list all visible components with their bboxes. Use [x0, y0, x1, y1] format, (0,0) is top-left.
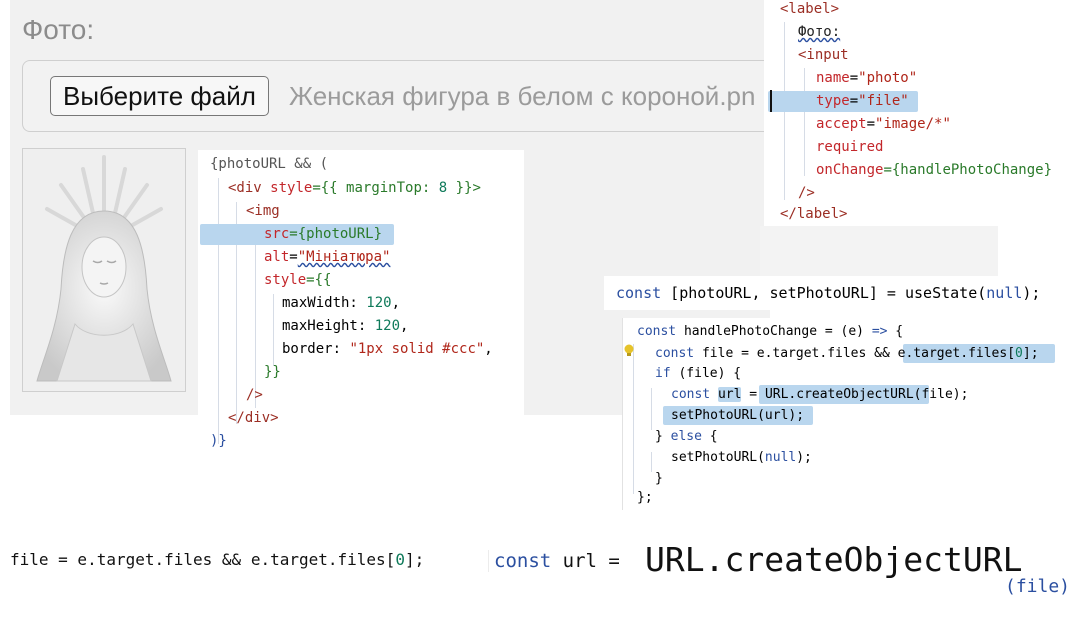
- jsx-line-2: <div style={{ marginTop: 8 }}>: [228, 180, 481, 196]
- handler-line-8: }: [655, 471, 663, 486]
- selected-filename: Женская фигура в белом с короной.pn: [289, 81, 756, 111]
- bottom-const-code: const url =: [494, 550, 632, 572]
- jsx-line-8: maxHeight: 120,: [282, 318, 409, 334]
- label-line-6: accept="image/*": [816, 116, 951, 132]
- label-line-10: </label>: [780, 206, 848, 222]
- label-line-2: Фото:: [798, 24, 841, 40]
- cursor-caret: [770, 90, 772, 112]
- jsx-line-6: style={{: [264, 272, 332, 288]
- choose-file-button[interactable]: Выберите файл: [50, 76, 269, 116]
- bottom-big-function: URL.createObjectURL: [645, 540, 1023, 579]
- handler-line-9: };: [637, 490, 653, 505]
- handler-line-3: if (file) {: [655, 366, 742, 381]
- jsx-line-5: alt="Мініатюра": [264, 249, 391, 265]
- label-line-4: name="photo": [816, 70, 918, 86]
- label-line-8: onChange={handlePhotoChange}: [816, 162, 1053, 178]
- label-code-panel: <label> Фото: <input name="photo" type="…: [764, 0, 1080, 226]
- jsx-line-1: {photoURL && (: [210, 156, 329, 172]
- photo-label: Фото:: [22, 14, 95, 45]
- jsx-line-12: </div>: [228, 410, 279, 426]
- handler-line-5: setPhotoURL(url);: [671, 408, 805, 423]
- jsx-line-7: maxWidth: 120,: [282, 295, 401, 311]
- file-input-container: Выберите файл Женская фигура в белом с к…: [22, 60, 794, 132]
- bottom-left-code: file = e.target.files && e.target.files[…: [10, 550, 425, 569]
- label-line-3: <input: [798, 47, 849, 63]
- jsx-line-10: }}: [264, 364, 281, 380]
- label-line-7: required: [816, 139, 884, 155]
- label-line-1: <label>: [780, 1, 840, 17]
- bottom-divider: [488, 550, 489, 572]
- statue-image: [36, 155, 172, 382]
- state-line: const [photoURL, setPhotoURL] = useState…: [616, 284, 1041, 302]
- handler-line-7: setPhotoURL(null);: [671, 450, 812, 465]
- jsx-line-13: )}: [210, 433, 227, 449]
- handler-line-2: const file = e.target.files && e.target.…: [655, 346, 1039, 361]
- label-line-9: />: [798, 185, 815, 201]
- jsx-line-9: border: "1px solid #ccc",: [282, 341, 493, 357]
- jsx-line-4: src={photoURL}: [264, 226, 383, 242]
- handler-line-4: const url = URL.createObjectURL(file);: [671, 387, 969, 402]
- handler-line-1: const handlePhotoChange = (e) => {: [637, 324, 904, 339]
- handler-code-panel: const handlePhotoChange = (e) => { const…: [622, 318, 1059, 510]
- jsx-line-11: />: [246, 387, 263, 403]
- bottom-subscript-args: (file): [1005, 576, 1071, 597]
- lightbulb-icon[interactable]: [623, 344, 635, 358]
- label-line-5: type="file": [816, 93, 909, 109]
- state-code-panel: const [photoURL, setPhotoURL] = useState…: [604, 276, 1080, 310]
- bottom-code-strip: file = e.target.files && e.target.files[…: [10, 540, 1080, 610]
- state-panel-background: [760, 226, 998, 276]
- photo-preview: [22, 148, 186, 392]
- handler-line-6: } else {: [655, 429, 718, 444]
- jsx-code-panel: {photoURL && ( <div style={{ marginTop: …: [198, 150, 524, 455]
- jsx-line-3: <img: [246, 203, 280, 219]
